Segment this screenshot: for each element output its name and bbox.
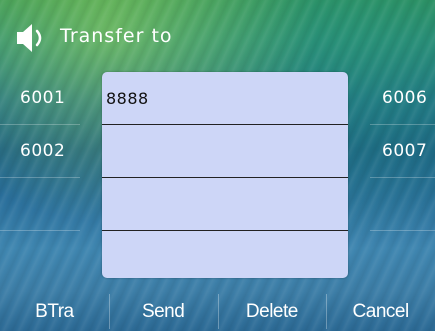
right-list-item[interactable] [370, 178, 435, 231]
right-list-label: 6007 [382, 141, 428, 161]
right-list-label: 6006 [382, 88, 428, 108]
number-input-field[interactable] [102, 231, 348, 283]
number-input-field[interactable] [102, 178, 348, 231]
delete-softkey[interactable]: Delete [217, 292, 327, 331]
left-list-item[interactable] [0, 231, 80, 283]
right-contact-list: 6006 6007 [370, 72, 435, 290]
page-title: Transfer to [60, 25, 173, 47]
number-input-value: 8888 [106, 89, 149, 108]
softkey-bar: BTra Send Delete Cancel [0, 292, 435, 331]
right-list-item[interactable] [370, 231, 435, 283]
left-list-label: 6002 [20, 141, 66, 161]
number-input-field[interactable]: 8888 [102, 72, 348, 125]
cancel-softkey[interactable]: Cancel [326, 292, 435, 331]
left-list-item[interactable]: 6002 [0, 125, 80, 178]
right-list-item[interactable]: 6007 [370, 125, 435, 178]
left-list-item[interactable]: 6001 [0, 72, 80, 125]
right-list-item[interactable]: 6006 [370, 72, 435, 125]
left-list-item[interactable] [0, 178, 80, 231]
left-contact-list: 6001 6002 [0, 72, 80, 290]
speaker-icon [17, 18, 49, 58]
number-input-field[interactable] [102, 125, 348, 178]
send-softkey[interactable]: Send [108, 292, 218, 331]
btra-softkey[interactable]: BTra [0, 292, 109, 331]
left-list-label: 6001 [20, 88, 66, 108]
transfer-dialog: 8888 [102, 72, 348, 278]
